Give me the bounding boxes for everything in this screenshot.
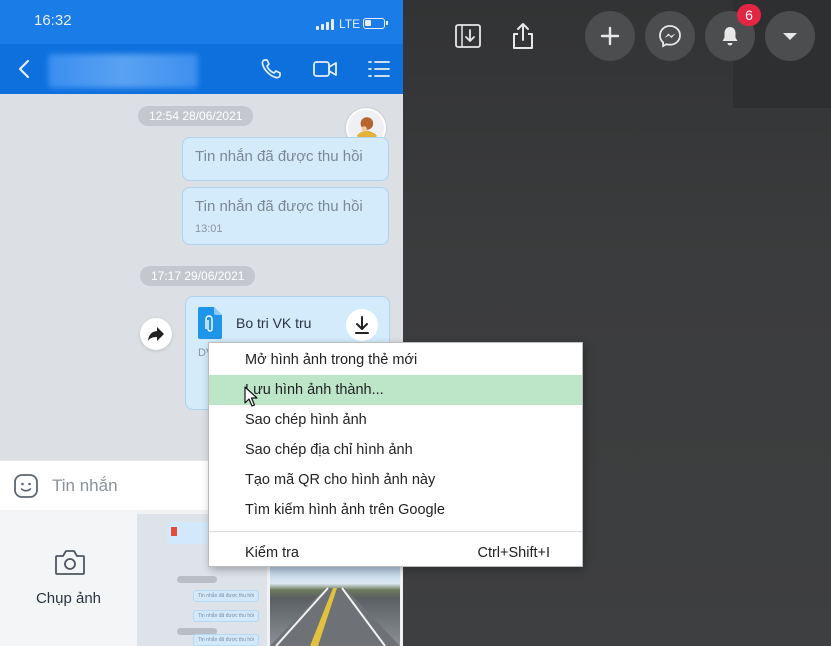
plus-icon: [600, 26, 620, 46]
notification-badge: 6: [737, 4, 761, 26]
message-text: Tin nhắn đã được thu hồi: [195, 198, 363, 215]
bell-icon: [722, 27, 738, 46]
battery-icon: [363, 18, 388, 29]
menu-item-open-image-new-tab[interactable]: Mở hình ảnh trong thẻ mới: [209, 345, 582, 375]
forward-button[interactable]: [140, 318, 172, 350]
menu-item-copy-image[interactable]: Sao chép hình ảnh: [209, 405, 582, 435]
signal-icon: [316, 19, 336, 30]
caret-down-icon: [783, 33, 797, 40]
camera-button[interactable]: Chụp ảnh: [0, 510, 137, 646]
gallery-thumbnail-road[interactable]: [270, 566, 400, 646]
chat-header: [0, 44, 403, 94]
menu-item-inspect[interactable]: Kiểm tra Ctrl+Shift+I: [209, 538, 582, 568]
menu-item-create-qr-code[interactable]: Tạo mã QR cho hình ảnh này: [209, 465, 582, 495]
road-photo: [270, 587, 400, 646]
file-download-button[interactable]: [346, 309, 378, 341]
account-menu-button[interactable]: [765, 11, 815, 61]
network-label: LTE: [339, 17, 361, 31]
menu-separator: [209, 531, 582, 532]
context-menu: Mở hình ảnh trong thẻ mới Lưu hình ảnh t…: [208, 342, 583, 567]
status-bar: 16:32 LTE: [0, 0, 403, 44]
date-separator: 17:17 29/06/2021: [140, 266, 256, 286]
camera-icon: [55, 550, 85, 575]
message-text: Tin nhắn đã được thu hồi: [195, 148, 363, 165]
thumb-bubble: Tin nhắn đã được thu hồi: [193, 634, 259, 646]
forward-arrow-icon: [148, 327, 164, 341]
menu-item-copy-image-address[interactable]: Sao chép địa chỉ hình ảnh: [209, 435, 582, 465]
share-icon[interactable]: [509, 21, 537, 51]
back-arrow-icon[interactable]: [12, 56, 38, 82]
contact-name-blurred: [48, 54, 198, 88]
menu-item-save-image-as[interactable]: Lưu hình ảnh thành...: [209, 375, 582, 405]
status-time: 16:32: [34, 12, 72, 29]
download-icon[interactable]: [454, 22, 482, 50]
mouse-cursor-icon: [244, 386, 258, 407]
message-input[interactable]: Tin nhắn: [52, 476, 118, 496]
sticker-icon[interactable]: [13, 473, 39, 499]
menu-item-label: Kiểm tra: [245, 545, 299, 561]
thumb-bubble: Tin nhắn đã được thu hồi: [193, 610, 259, 622]
phone-call-icon[interactable]: [258, 56, 284, 82]
menu-item-search-image-google[interactable]: Tìm kiếm hình ảnh trên Google: [209, 495, 582, 525]
message-bubble[interactable]: Tin nhắn đã được thu hồi: [182, 137, 389, 181]
menu-list-icon[interactable]: [366, 56, 392, 82]
menu-item-shortcut: Ctrl+Shift+I: [477, 545, 550, 561]
thumb-date-pill: [177, 576, 217, 583]
file-icon: [198, 307, 222, 339]
message-time: 13:01: [195, 223, 223, 235]
file-name: Bo tri VK tru: [236, 315, 312, 331]
camera-label: Chụp ảnh: [35, 590, 102, 607]
date-separator: 12:54 28/06/2021: [138, 106, 254, 126]
download-arrow-icon: [355, 316, 369, 334]
message-bubble[interactable]: Tin nhắn đã được thu hồi 13:01: [182, 187, 389, 245]
messenger-button[interactable]: [645, 11, 695, 61]
create-button[interactable]: [585, 11, 635, 61]
thumb-bubble: Tin nhắn đã được thu hồi: [193, 590, 259, 602]
messenger-icon: [659, 25, 681, 48]
thumb-pdf-icon: [171, 527, 177, 536]
video-call-icon[interactable]: [312, 56, 338, 82]
